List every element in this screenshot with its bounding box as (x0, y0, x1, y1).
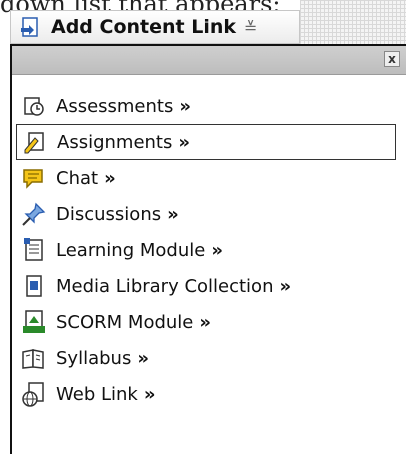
syllabus-icon (20, 344, 48, 372)
menu-item-label: Media Library Collection (56, 275, 274, 297)
content-link-menu: x Assessments » Assignments » Chat » Dis… (10, 44, 406, 454)
submenu-arrow: » (104, 167, 116, 189)
menu-item-media-library-collection[interactable]: Media Library Collection » (16, 268, 396, 304)
scorm-icon (20, 308, 48, 336)
submenu-arrow: » (143, 383, 156, 405)
menu-item-label: Assignments (57, 131, 173, 153)
menu-header: x (12, 46, 406, 75)
menu-item-discussions[interactable]: Discussions » (16, 196, 396, 232)
toolbar-background (300, 0, 406, 44)
learning-module-icon (20, 236, 48, 264)
submenu-arrow: » (167, 203, 179, 225)
dropdown-chevron-icon: ≚ (244, 17, 258, 37)
submenu-arrow: » (199, 311, 212, 333)
menu-item-assignments[interactable]: Assignments » (16, 124, 396, 160)
close-icon[interactable]: x (384, 51, 400, 67)
menu-item-label: Discussions (56, 203, 162, 225)
menu-item-learning-module[interactable]: Learning Module » (16, 232, 396, 268)
add-content-icon (19, 16, 41, 38)
assignment-icon (21, 128, 49, 156)
submenu-arrow: » (279, 275, 292, 297)
menu-item-label: Assessments (56, 95, 174, 117)
chat-icon (20, 164, 48, 192)
web-link-icon (20, 380, 48, 408)
submenu-arrow: » (179, 95, 191, 117)
menu-item-label: SCORM Module (56, 311, 194, 333)
menu-item-label: Syllabus (56, 347, 132, 369)
menu-item-label: Web Link (56, 383, 138, 405)
menu-item-label: Learning Module (56, 239, 206, 261)
menu-item-label: Chat (56, 167, 99, 189)
menu-item-scorm-module[interactable]: SCORM Module » (16, 304, 396, 340)
menu-item-chat[interactable]: Chat » (16, 160, 396, 196)
assessment-icon (20, 92, 48, 120)
submenu-arrow: » (178, 131, 190, 153)
menu-item-assessments[interactable]: Assessments » (16, 88, 396, 124)
discussion-pin-icon (20, 200, 48, 228)
submenu-arrow: » (137, 347, 149, 369)
add-content-link-label: Add Content Link (51, 16, 237, 38)
media-library-icon (20, 272, 48, 300)
menu-item-web-link[interactable]: Web Link » (16, 376, 396, 412)
submenu-arrow: » (211, 239, 223, 261)
add-content-link-button[interactable]: Add Content Link ≚ (10, 10, 300, 44)
menu-item-syllabus[interactable]: Syllabus » (16, 340, 396, 376)
